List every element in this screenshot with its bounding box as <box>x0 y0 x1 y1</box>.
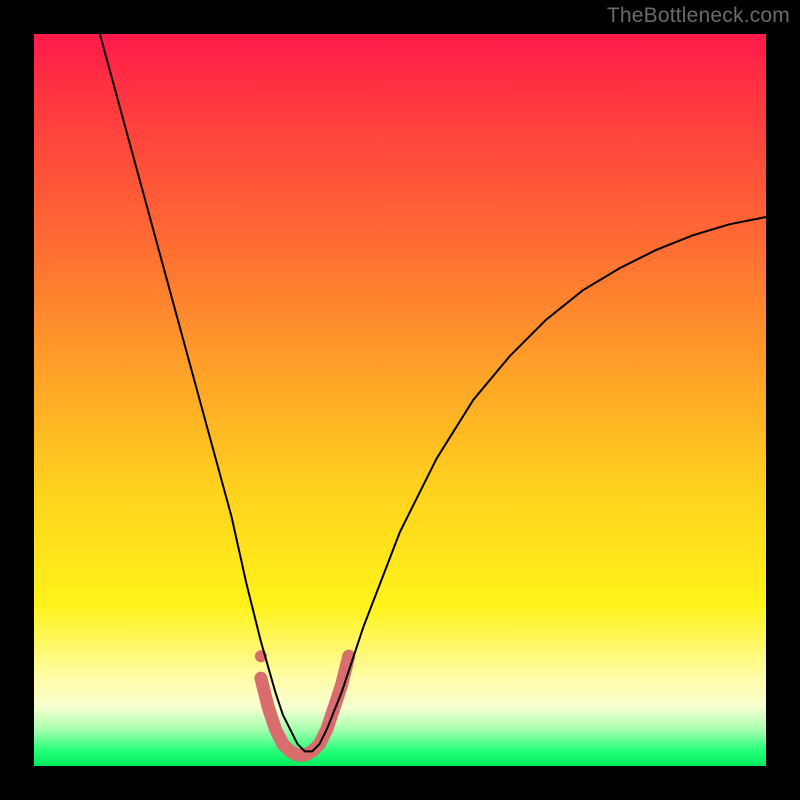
chart-svg <box>34 34 766 766</box>
plot-area <box>34 34 766 766</box>
watermark-text: TheBottleneck.com <box>607 4 790 28</box>
bottleneck-curve <box>100 34 766 751</box>
chart-frame: TheBottleneck.com <box>0 0 800 800</box>
